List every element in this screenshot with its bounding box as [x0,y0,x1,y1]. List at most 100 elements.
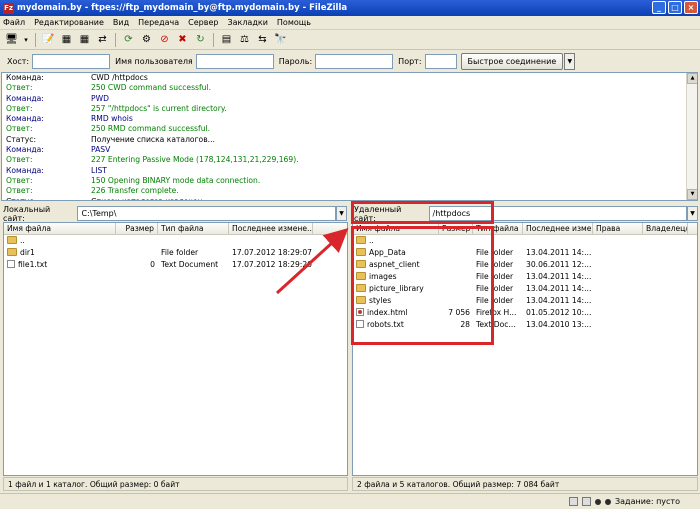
remote-col-owner[interactable]: Владелец/... [643,223,688,234]
log-scrollbar[interactable]: ▲ ▼ [686,73,697,200]
maximize-button[interactable]: □ [668,1,682,14]
compare-icon[interactable]: ⚖ [237,32,252,47]
folder-icon [356,260,366,268]
quickconnect-button[interactable]: Быстрое соединение [460,52,564,70]
toggle-local-tree-icon[interactable]: ▦ [59,32,74,47]
remote-col-size[interactable]: Размер [439,223,473,234]
table-row[interactable]: index.html 7 056 Firefox H... 01.05.2012 10… [353,307,697,319]
process-queue-icon[interactable]: ⚙ [139,32,154,47]
password-input[interactable] [315,53,394,69]
table-row[interactable]: file1.txt 0 Text Document 17.07.2012 18:29:… [4,259,347,271]
scroll-down-icon[interactable]: ▼ [687,189,697,200]
remote-col-modified[interactable]: Последнее изме... [523,223,593,234]
table-row[interactable]: picture_library File folder 13.04.2011 14:… [353,283,697,295]
file-permissions [593,283,643,295]
remote-list-header: Имя файла Размер Тип файла Последнее изм… [353,223,697,235]
table-row[interactable]: App_Data File folder 13.04.2011 14:... [353,247,697,259]
file-name: styles [369,296,392,305]
cancel-icon[interactable]: ⊘ [157,32,172,47]
speed-limit-icon[interactable] [582,497,592,506]
menu-view[interactable]: Вид [113,18,129,27]
remote-file-list[interactable]: Имя файла Размер Тип файла Последнее изм… [352,222,698,476]
port-input[interactable] [424,53,457,69]
file-permissions [593,247,643,259]
log-text: 250 RMD command successful. [91,124,211,134]
host-input[interactable] [32,53,111,69]
local-col-modified[interactable]: Последнее измене... [229,223,313,234]
site-manager-icon[interactable]: 🖥 [4,32,19,47]
local-path-dropdown-icon[interactable]: ▼ [336,206,347,221]
file-name-cell: App_Data [353,247,439,259]
file-name: robots.txt [367,320,404,329]
refresh-icon[interactable]: ⟳ [121,32,136,47]
sync-browse-icon[interactable]: ⇆ [255,32,270,47]
file-size [439,295,473,307]
filter-icon[interactable]: ▤ [219,32,234,47]
remote-col-type[interactable]: Тип файла [473,223,523,234]
log-entry: Команда: PASV [2,145,697,155]
local-col-name[interactable]: Имя файла [4,223,116,234]
table-row[interactable]: robots.txt 28 Text Doc... 13.04.2010 13:... [353,319,697,331]
disconnect-icon[interactable]: ✖ [175,32,190,47]
remote-path-dropdown-icon[interactable]: ▼ [687,206,698,221]
local-col-size[interactable]: Размер [116,223,158,234]
file-type: Text Document [161,260,219,269]
toggle-queue-icon[interactable]: ⇄ [95,32,110,47]
table-row[interactable]: .. [353,235,697,247]
file-size: 28 [460,320,470,329]
log-kind: Команда: [6,114,44,124]
remote-status: 2 файла и 5 каталогов. Общий размер: 7 0… [352,477,698,491]
remote-col-permissions[interactable]: Права [593,223,643,234]
toggle-log-icon[interactable]: 📝 [41,32,56,47]
file-size [116,235,158,247]
log-kind: Ответ: [6,155,33,165]
menu-transfer[interactable]: Передача [138,18,179,27]
log-entry: Ответ: 227 Entering Passive Mode (178,124… [2,155,697,165]
local-path-input[interactable]: C:\Temp\ [77,206,337,221]
quickconnect-dropdown-icon[interactable]: ▼ [564,52,576,70]
message-log[interactable]: Команда: CWD /httpdocs Ответ: 250 CWD comma… [1,72,698,201]
dropdown-arrow-icon[interactable]: ▾ [22,32,30,47]
file-modified [523,235,593,247]
local-file-list[interactable]: Имя файла Размер Тип файла Последнее изм… [3,222,348,476]
log-text: CWD /httpdocs [91,73,148,82]
table-row[interactable]: styles File folder 13.04.2011 14:... [353,295,697,307]
local-col-type[interactable]: Тип файла [158,223,229,234]
file-name: .. [369,236,374,245]
reconnect-icon[interactable]: ↻ [193,32,208,47]
log-text: LIST [91,165,107,175]
log-kind: Ответ: [6,175,33,185]
scroll-up-icon[interactable]: ▲ [687,73,697,84]
toggle-remote-tree-icon[interactable]: ▦ [77,32,92,47]
port-label: Порт: [398,56,422,66]
log-text: PWD [91,93,109,103]
log-entry: Команда: CWD /httpdocs [2,73,697,83]
table-row[interactable]: aspnet_client File folder 30.06.2011 12:..… [353,259,697,271]
username-input[interactable] [195,53,274,69]
table-row[interactable]: images File folder 13.04.2011 14:... [353,271,697,283]
menu-edit[interactable]: Редактирование [34,18,104,27]
file-modified: 17.07.2012 18:29:07 [232,248,312,257]
bottom-status-bar: Задание: пусто [0,493,700,509]
file-type: Text Doc... [476,320,516,329]
file-name: file1.txt [18,260,48,269]
search-icon[interactable]: 🔭 [273,32,288,47]
table-row[interactable]: dir1 File folder 17.07.2012 18:29:07 [4,247,347,259]
file-permissions [593,271,643,283]
file-name: dir1 [20,248,35,257]
log-kind: Статус: [2,197,91,200]
folder-icon [7,248,17,256]
remote-path-input[interactable]: /httpdocs [428,206,688,221]
minimize-button[interactable]: _ [652,1,666,14]
menu-server[interactable]: Сервер [188,18,218,27]
table-row[interactable]: .. [4,235,347,247]
log-entry: Команда: PWD [2,94,697,104]
close-button[interactable]: × [684,1,698,14]
file-size: 7 056 [448,308,470,317]
file-type: File folder [476,272,514,281]
file-name: index.html [367,308,408,317]
menu-bookmarks[interactable]: Закладки [227,18,267,27]
remote-col-name[interactable]: Имя файла [353,223,439,234]
menu-help[interactable]: Помощь [277,18,311,27]
menu-file[interactable]: Файл [3,18,25,27]
